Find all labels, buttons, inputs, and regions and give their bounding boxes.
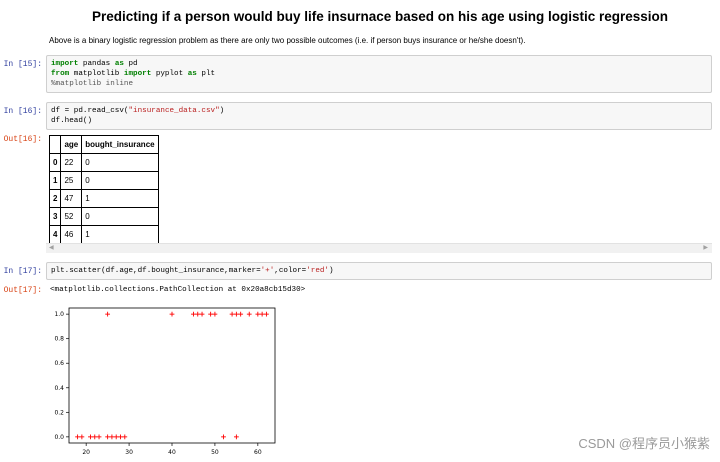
cell-15-code-input[interactable]: import pandas as pd from matplotlib impo… [46,55,712,93]
table-cell: 1 [81,189,159,208]
code-token: pandas [78,60,115,68]
x-tick-label: 40 [168,449,176,455]
row-index: 4 [48,225,62,244]
code-token: "insurance_data.csv" [128,107,220,115]
cell-17-code-input[interactable]: plt.scatter(df.age,df.bought_insurance,m… [46,262,712,280]
table-row: 4 46 1 [48,225,159,244]
x-tick-label: 60 [254,449,262,455]
plot-frame [68,307,276,444]
code-token: df.head() [51,117,93,125]
table-cell: 1 [81,225,159,244]
table-cell: 25 [60,171,83,190]
y-tick-label: 0.0 [54,434,64,441]
table-cell: 0 [81,153,159,172]
y-tick-label: 1.0 [54,311,64,318]
code-token: import [123,70,152,78]
code-token: plt.scatter(df.age,df.bought_insurance,m… [51,267,261,275]
code-token: 'red' [306,267,329,275]
y-tick-label: 0.4 [54,385,64,392]
code-token: as [187,70,197,78]
code-token: from [51,70,70,78]
cell-17-in-prompt: In [17]: [3,267,42,276]
x-tick-label: 50 [211,449,219,455]
table-row: 2 47 1 [48,189,159,208]
row-index: 3 [48,207,62,226]
row-index: 1 [48,171,62,190]
code-token: '+' [260,267,275,275]
code-token: as [114,60,124,68]
plot-axes: 20 30 40 50 60 0.0 0.2 0.4 0.6 0.8 1.0 [54,307,276,455]
code-token: ) [329,267,334,275]
notebook-title: Predicting if a person would buy life in… [91,9,669,24]
table-row: 1 25 0 [48,171,159,190]
code-token: pyplot [151,70,188,78]
y-tick-label: 0.8 [54,336,64,343]
table-header-cell [48,135,62,154]
y-tick-label: 0.2 [54,409,64,416]
scroll-left-icon[interactable]: ◀ [49,244,54,253]
row-index: 0 [48,153,62,172]
cell-16-out-prompt: Out[16]: [3,135,42,144]
cell-15-in-prompt: In [15]: [3,60,42,69]
code-token: %matplotlib inline [51,80,134,88]
code-token: matplotlib [69,70,124,78]
x-tick-label: 30 [125,449,133,455]
row-index: 2 [48,189,62,208]
table-cell: 22 [60,153,83,172]
code-token: ,color= [274,267,307,275]
x-tick-label: 20 [82,449,90,455]
scroll-right-icon[interactable]: ▶ [703,244,708,253]
scatter-plot: 20 30 40 50 60 0.0 0.2 0.4 0.6 0.8 1.0 [54,307,276,455]
table-cell: 0 [81,207,159,226]
table-header-cell: bought_insurance [81,135,159,154]
code-token: ) [219,107,225,115]
code-token: pd [123,60,138,68]
cell-17-out-prompt: Out[17]: [3,286,42,295]
table-header-row: age bought_insurance [48,135,159,154]
cell-17-output-text: <matplotlib.collections.PathCollection a… [50,286,306,294]
table-row: 3 52 0 [48,207,159,226]
y-tick-label: 0.6 [54,360,64,367]
description-text: Above is a binary logistic regression pr… [49,36,526,45]
dataframe-table: age bought_insurance 0 22 0 1 25 0 2 47 … [48,135,159,244]
watermark: CSDN @程序员小猴紫 [578,436,710,451]
horizontal-scrollbar[interactable]: ◀ ▶ [46,243,712,253]
table-cell: 47 [60,189,83,208]
cell-16-code-input[interactable]: df = pd.read_csv("insurance_data.csv") d… [46,102,712,130]
table-header-cell: age [60,135,83,154]
table-cell: 52 [60,207,83,226]
cell-16-in-prompt: In [16]: [3,107,42,116]
code-token: df = pd.read_csv( [51,107,129,115]
table-cell: 0 [81,171,159,190]
table-row: 0 22 0 [48,153,159,172]
table-cell: 46 [60,225,83,244]
code-token: plt [196,70,216,78]
code-token: import [51,60,79,68]
